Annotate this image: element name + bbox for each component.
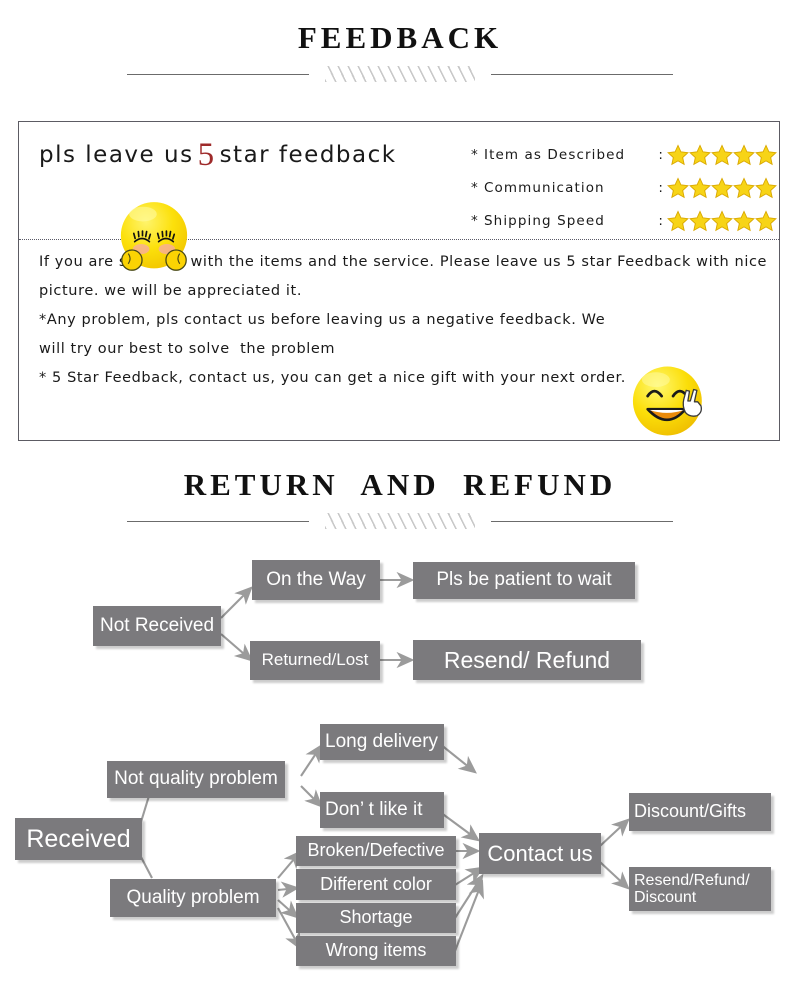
flow-node-wrong-items[interactable]: Wrong items bbox=[296, 936, 456, 966]
flow-node-resend-refund-discount[interactable]: Resend/Refund/ Discount bbox=[629, 867, 771, 911]
star-icon bbox=[755, 143, 777, 165]
divider-line-right bbox=[491, 73, 673, 75]
flow-node-broken-defective[interactable]: Broken/Defective bbox=[296, 836, 456, 866]
feedback-headline: pls leave us 5 star feedback bbox=[39, 139, 397, 172]
flow-node-returned-lost[interactable]: Returned/Lost bbox=[250, 641, 380, 680]
divider-line-left bbox=[127, 73, 309, 75]
star-icon bbox=[667, 176, 689, 198]
rating-row-item-as-described: * Item as Described : bbox=[471, 138, 777, 171]
rating-colon: : bbox=[658, 179, 664, 196]
star-icon bbox=[755, 209, 777, 231]
star-icon bbox=[689, 209, 711, 231]
flow-node-not-quality-problem[interactable]: Not quality problem bbox=[107, 761, 285, 798]
headline-text-before: pls leave us bbox=[39, 142, 194, 168]
headline-star-count: 5 bbox=[197, 137, 216, 173]
feedback-divider bbox=[0, 66, 800, 82]
star-icon bbox=[733, 209, 755, 231]
flow-node-received[interactable]: Received bbox=[15, 818, 142, 860]
rating-stars bbox=[667, 209, 777, 232]
star-icon bbox=[733, 143, 755, 165]
rating-colon: : bbox=[658, 146, 664, 163]
flow-node-long-delivery[interactable]: Long delivery bbox=[320, 724, 444, 760]
rating-row-communication: * Communication : bbox=[471, 171, 777, 204]
star-icon bbox=[711, 209, 733, 231]
feedback-section-header: FEEDBACK bbox=[0, 18, 800, 82]
rating-row-shipping-speed: * Shipping Speed : bbox=[471, 204, 777, 237]
flow-node-dont-like-it[interactable]: Don’ t like it bbox=[320, 792, 444, 828]
return-section-header: RETURN AND REFUND bbox=[0, 465, 800, 529]
flow-node-pls-be-patient-to-wait[interactable]: Pls be patient to wait bbox=[413, 562, 635, 599]
flow-node-contact-us[interactable]: Contact us bbox=[479, 833, 601, 874]
divider-line-right bbox=[491, 520, 673, 522]
star-icon bbox=[689, 176, 711, 198]
star-icon bbox=[667, 209, 689, 231]
body-line: *Any problem, pls contact us before leav… bbox=[39, 312, 606, 328]
rating-stars bbox=[667, 143, 777, 166]
rating-colon: : bbox=[658, 212, 664, 229]
flow-node-on-the-way[interactable]: On the Way bbox=[252, 560, 380, 600]
headline-text-after: star feedback bbox=[219, 142, 397, 168]
star-icon bbox=[689, 143, 711, 165]
page-title-feedback: FEEDBACK bbox=[297, 20, 503, 55]
bullet-asterisk-icon: * bbox=[471, 212, 479, 229]
return-divider bbox=[0, 513, 800, 529]
flow-node-not-received[interactable]: Not Received bbox=[93, 606, 221, 646]
page-title-return-refund: RETURN AND REFUND bbox=[183, 467, 617, 502]
flow-node-quality-problem[interactable]: Quality problem bbox=[110, 879, 276, 917]
rating-label: Communication bbox=[484, 179, 605, 196]
rating-list: * Item as Described : * Communication : bbox=[471, 138, 777, 237]
rating-label: Item as Described bbox=[484, 146, 626, 163]
star-icon bbox=[755, 176, 777, 198]
rating-stars bbox=[667, 176, 777, 199]
bullet-asterisk-icon: * bbox=[471, 179, 479, 196]
flow-node-different-color[interactable]: Different color bbox=[296, 869, 456, 900]
shy-face-emoji-icon bbox=[120, 202, 188, 271]
smiling-peace-hand-emoji-icon bbox=[632, 366, 702, 436]
star-icon bbox=[733, 176, 755, 198]
divider-hatch-icon bbox=[325, 513, 475, 529]
star-icon bbox=[667, 143, 689, 165]
star-icon bbox=[711, 176, 733, 198]
divider-hatch-icon bbox=[325, 66, 475, 82]
rating-label: Shipping Speed bbox=[484, 212, 605, 229]
bullet-asterisk-icon: * bbox=[471, 146, 479, 163]
flow-node-discount-gifts[interactable]: Discount/Gifts bbox=[629, 793, 771, 831]
flow-node-shortage[interactable]: Shortage bbox=[296, 903, 456, 933]
divider-line-left bbox=[127, 520, 309, 522]
star-icon bbox=[711, 143, 733, 165]
flow-node-resend-refund[interactable]: Resend/ Refund bbox=[413, 640, 641, 680]
